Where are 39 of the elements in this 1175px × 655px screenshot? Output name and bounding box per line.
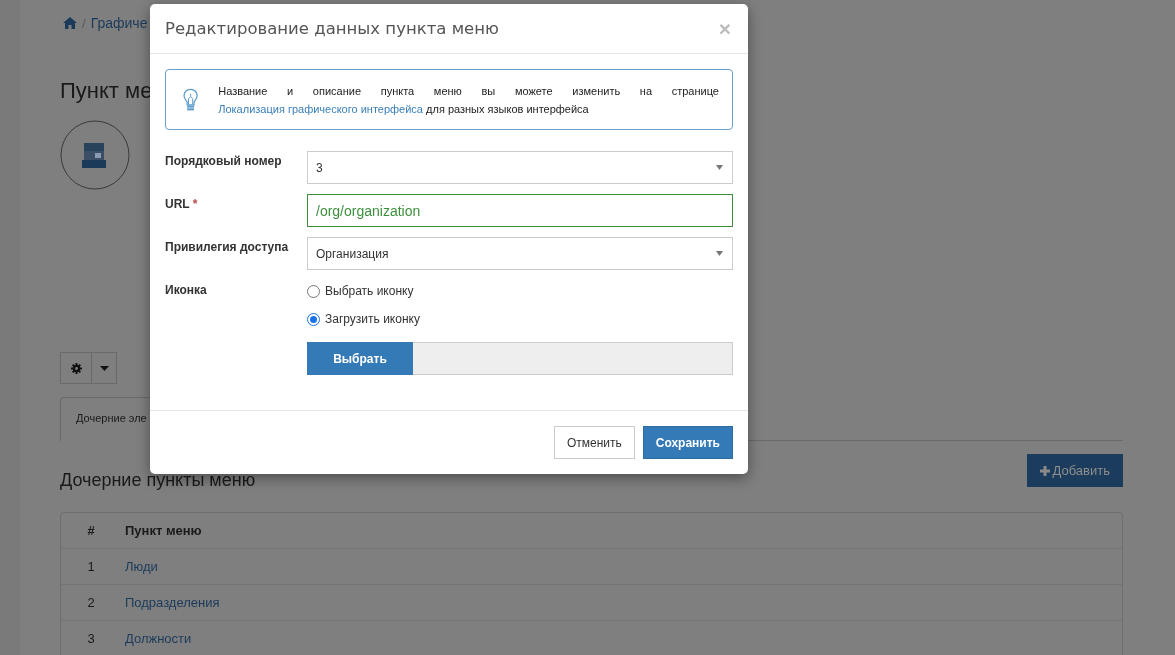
column-header: Пункт меню: [124, 522, 203, 540]
url-input[interactable]: /org/organization: [307, 194, 733, 227]
field-label: Порядковый номер: [165, 154, 282, 168]
file-field[interactable]: Выбрать: [307, 342, 733, 375]
menu-item-link[interactable]: Подразделения: [125, 595, 220, 610]
dialog-title: Редактирование данных пункта меню: [165, 19, 499, 38]
breadcrumb-separator: /: [82, 15, 86, 31]
menu-item-link[interactable]: Должности: [125, 631, 192, 646]
gear-icon: [70, 362, 82, 374]
select-field[interactable]: 3: [307, 151, 733, 184]
select-field[interactable]: Организация: [307, 237, 733, 270]
plus-icon: [1039, 465, 1050, 476]
field-label: URL: [165, 197, 190, 211]
info-text: Название и описание пункта меню вы можете изменить на странице Локализация графического интерфейса для разных языков интерфейса: [218, 83, 719, 117]
caret-icon: [716, 165, 723, 170]
table-cell: 1: [87, 559, 95, 574]
radio-label[interactable]: Загрузить иконку: [325, 312, 420, 326]
caret-icon: [99, 365, 109, 371]
table-cell: 3: [87, 631, 95, 646]
section-title: Дочерние пункты меню: [60, 470, 256, 491]
table-cell: 2: [87, 595, 95, 610]
column-header: #: [86, 522, 96, 540]
localization-link[interactable]: Локализация графического интерфейса: [218, 102, 423, 115]
save-button[interactable]: Сохранить: [642, 426, 733, 459]
settings-button[interactable]: [60, 352, 92, 384]
radio-label[interactable]: Выбрать иконку: [325, 284, 414, 298]
page-title: Пункт ме: [60, 78, 153, 105]
add-button[interactable]: Добавить: [1026, 454, 1123, 487]
breadcrumb-link[interactable]: Графиче: [90, 15, 148, 31]
register-icon: [60, 120, 130, 190]
field-label: Привилегия доступа: [165, 240, 289, 254]
dropdown-button[interactable]: [92, 352, 117, 384]
field-label: Иконка: [165, 283, 207, 297]
menu-item-link[interactable]: Люди: [125, 559, 158, 574]
caret-icon: [716, 251, 723, 256]
home-icon[interactable]: [63, 17, 77, 29]
required-mark: *: [192, 197, 198, 211]
cancel-button[interactable]: Отменить: [553, 426, 635, 459]
browse-button[interactable]: Выбрать: [307, 342, 413, 375]
